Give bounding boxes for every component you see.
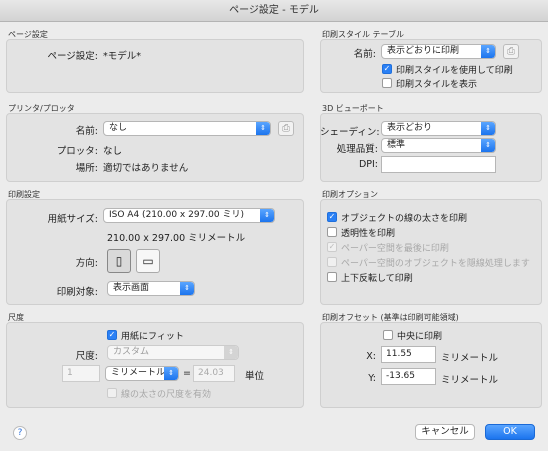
- cancel-button[interactable]: キャンセル: [415, 424, 475, 440]
- offset-y-input[interactable]: -13.65: [381, 368, 436, 385]
- plotter-value: なし: [103, 146, 123, 157]
- show-plot-styles-label: 印刷スタイルを表示: [396, 80, 478, 90]
- quality-label: 処理品質:: [336, 144, 378, 155]
- scale-value: カスタム: [113, 347, 150, 357]
- print-area-value: 表示画面: [113, 283, 150, 293]
- chevron-updown-icon: ⇕: [224, 346, 238, 359]
- quality-select[interactable]: 標準 ⇕: [381, 138, 496, 153]
- shade-plot-label: シェーディン:: [320, 127, 380, 138]
- scale-inches-input[interactable]: 1: [62, 365, 100, 382]
- location-value: 適切ではありません: [103, 163, 189, 174]
- scale-unit-value: ミリメートル: [111, 368, 166, 378]
- printer-select[interactable]: なし ⇕: [103, 121, 271, 136]
- paper-size-label: 用紙サイズ:: [47, 214, 98, 225]
- help-button[interactable]: ?: [13, 426, 27, 440]
- dpi-label: DPI:: [358, 159, 378, 170]
- plot-style-select[interactable]: 表示どおりに印刷 ⇕: [381, 44, 496, 59]
- hide-paperspace-objects-label: ペーパー空間のオブジェクトを隠線処理します: [341, 259, 530, 269]
- print-area-select[interactable]: 表示画面 ⇕: [107, 281, 195, 296]
- chevron-updown-icon: ⇕: [256, 122, 270, 135]
- center-plot-checkbox[interactable]: [383, 330, 393, 340]
- scale-lineweights-label: 線の太さの尺度を有効: [121, 390, 212, 400]
- printer-properties-button[interactable]: ⎙: [278, 121, 294, 136]
- upside-down-label: 上下反転して印刷: [341, 274, 413, 284]
- paper-dimensions: 210.00 x 297.00 ミリメートル: [107, 233, 246, 244]
- landscape-icon: ▭: [142, 254, 154, 268]
- paperspace-last-label: ペーパー空間を最後に印刷: [341, 244, 449, 254]
- print-lineweights-checkbox[interactable]: ✓: [327, 212, 337, 222]
- print-lineweights-label: オブジェクトの線の太さを印刷: [341, 214, 468, 224]
- chevron-updown-icon: ⇕: [180, 282, 194, 295]
- fit-to-paper-checkbox[interactable]: ✓: [107, 330, 117, 340]
- paper-size-value: ISO A4 (210.00 x 297.00 ミリ): [109, 210, 244, 220]
- scale-equals-sign: =: [183, 368, 191, 379]
- quality-value: 標準: [387, 140, 406, 150]
- plot-style-select-value: 表示どおりに印刷: [387, 46, 460, 56]
- show-plot-styles-checkbox[interactable]: [382, 78, 392, 88]
- chevron-updown-icon: ⇕: [481, 122, 495, 135]
- printer-select-value: なし: [109, 123, 128, 133]
- page-setup-name: *モデル*: [103, 51, 142, 62]
- dpi-input[interactable]: [381, 156, 496, 173]
- portrait-button[interactable]: ▯: [107, 249, 131, 273]
- scale-units-label: 単位: [245, 371, 265, 382]
- print-transparency-label: 透明性を印刷: [341, 229, 396, 239]
- center-plot-label: 中央に印刷: [397, 332, 443, 342]
- offset-x-label: X:: [366, 351, 376, 362]
- scale-unit-select[interactable]: ミリメートル ⇕: [105, 366, 179, 381]
- shade-plot-select[interactable]: 表示どおり ⇕: [381, 121, 496, 136]
- page-setup-label: ページ設定:: [47, 51, 98, 62]
- use-plot-styles-label: 印刷スタイルを使用して印刷: [396, 66, 513, 76]
- plot-style-name-label: 名前:: [353, 49, 376, 60]
- scale-select[interactable]: カスタム ⇕: [107, 345, 239, 360]
- printer-name-label: 名前:: [75, 126, 98, 137]
- shade-plot-value: 表示どおり: [387, 123, 433, 133]
- offset-y-label: Y:: [368, 373, 376, 384]
- printer-icon: ⎙: [282, 123, 290, 134]
- print-area-label: 印刷対象:: [56, 287, 98, 298]
- plot-style-edit-button[interactable]: ⎙: [503, 44, 519, 59]
- ok-button[interactable]: OK: [485, 424, 535, 440]
- upside-down-checkbox[interactable]: [327, 272, 337, 282]
- fit-to-paper-label: 用紙にフィット: [121, 332, 184, 342]
- print-transparency-checkbox[interactable]: [327, 227, 337, 237]
- scale-label: 尺度:: [75, 351, 98, 362]
- chevron-updown-icon: ⇕: [481, 45, 495, 58]
- location-label: 場所:: [75, 163, 98, 174]
- offset-x-input[interactable]: 11.55: [381, 346, 436, 363]
- chevron-updown-icon: ⇕: [260, 209, 274, 222]
- chevron-updown-icon: ⇕: [164, 367, 178, 380]
- offset-x-unit: ミリメートル: [441, 353, 499, 364]
- use-plot-styles-checkbox[interactable]: ✓: [382, 64, 392, 74]
- paper-size-select[interactable]: ISO A4 (210.00 x 297.00 ミリ) ⇕: [103, 208, 275, 223]
- scale-lineweights-checkbox[interactable]: [107, 388, 117, 398]
- paperspace-last-checkbox[interactable]: ✓: [327, 242, 337, 252]
- orientation-label: 方向:: [75, 258, 98, 269]
- scale-units-input[interactable]: 24.03: [193, 365, 235, 382]
- landscape-button[interactable]: ▭: [136, 249, 160, 273]
- plotter-label: プロッタ:: [56, 146, 98, 157]
- hide-paperspace-objects-checkbox[interactable]: [327, 257, 337, 267]
- window-title: ページ設定 - モデル: [0, 0, 548, 22]
- portrait-icon: ▯: [115, 254, 123, 268]
- chevron-updown-icon: ⇕: [481, 139, 495, 152]
- offset-y-unit: ミリメートル: [441, 375, 499, 386]
- printer-icon: ⎙: [507, 46, 515, 57]
